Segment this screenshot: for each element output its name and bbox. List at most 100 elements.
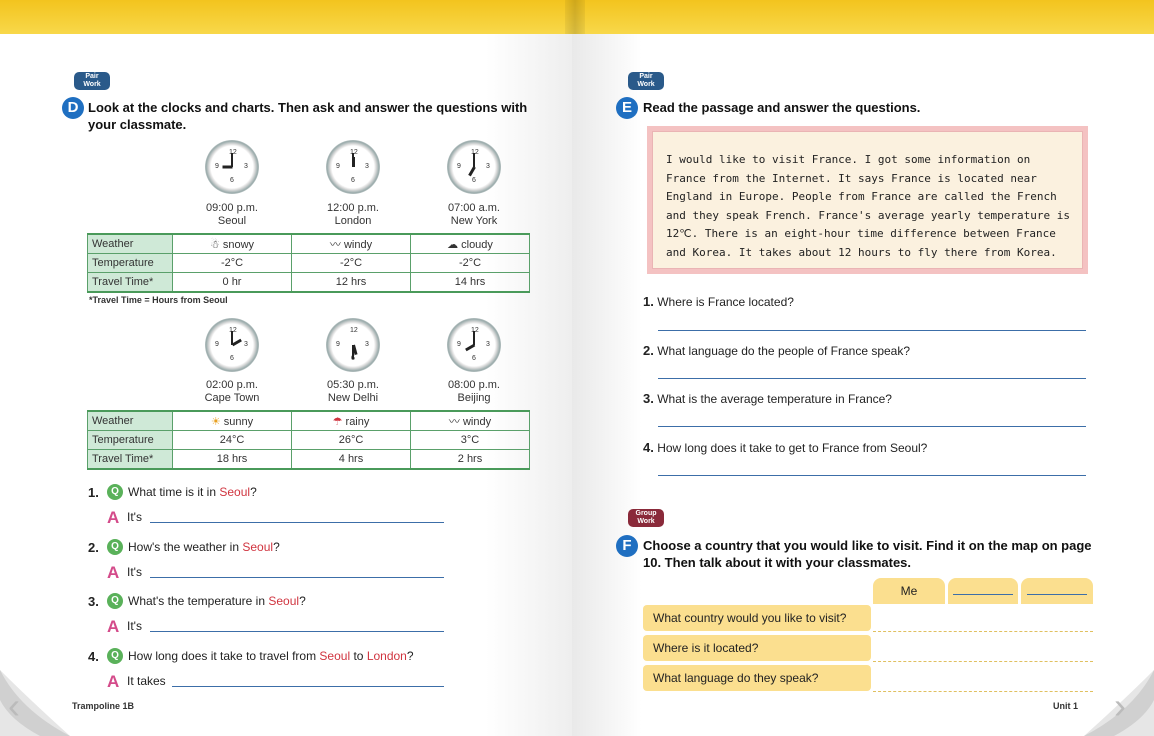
column-header-me: Me [873,578,945,604]
a-icon: A [107,672,120,691]
table-cell: sunny [223,415,254,428]
section-letter-f: F [616,535,638,557]
table-cell: rainy [345,415,370,428]
table-cell: 18 hrs [172,449,292,470]
umbrella-icon: ☂ [332,415,346,428]
q-icon: Q [107,593,123,609]
section-d-heading: Look at the clocks and charts. Then ask … [88,100,528,132]
a-icon: A [107,508,120,527]
table-cell: 2 hrs [410,449,530,470]
answer-line-2[interactable] [150,577,444,578]
answer-prompt: It's [127,510,142,524]
answer-line-4[interactable] [172,686,444,687]
pair-work-badge: Pair Work [74,72,110,90]
question-text: How long does it take to travel from Seo… [128,649,414,663]
footer-unit: Unit 1 [1053,701,1079,711]
clock-caption-seoul: 09:00 p.m. Seoul [206,202,258,227]
wind-icon: 〰 [329,239,344,251]
answer-line-e4[interactable] [658,475,1086,476]
row-label: Travel Time* [87,449,173,470]
table-row-label: Where is it located? [643,635,871,661]
snow-icon: ☃ [209,238,223,251]
table-cell: 0 hr [172,272,292,293]
question-number: 4. [88,649,99,664]
table-cell: 12 hrs [291,272,411,293]
question-number: 2. [88,540,99,555]
table-row: Travel Time* 0 hr 12 hrs 14 hrs [87,272,530,293]
column-header-blank-2[interactable] [1021,578,1093,604]
table-cell: windy [343,239,373,251]
row-label: Travel Time* [87,272,173,293]
a-icon: A [107,617,120,636]
question-e-4: 4. How long does it take to get to Franc… [643,440,928,455]
prev-page-arrow-icon[interactable]: ‹ [8,688,20,724]
answer-line-e2[interactable] [658,378,1086,379]
clock-caption-cape-town: 02:00 p.m. Cape Town [204,379,260,404]
question-number: 3. [88,594,99,609]
q-icon: Q [107,484,123,500]
row-label: Temperature [87,430,173,450]
answer-line-3[interactable] [150,631,444,632]
clock-caption-beijing: 08:00 p.m. Beijing [448,379,500,404]
answer-line-e3[interactable] [658,426,1086,427]
table-cell: snowy [222,238,255,251]
column-header-blank-1[interactable] [948,578,1018,604]
answer-line-1[interactable] [150,522,444,523]
clock-seoul: 12369 [205,140,259,194]
pair-work-badge: Pair Work [628,72,664,90]
table-cell: -2°C [291,253,411,273]
table-row: Temperature -2°C -2°C -2°C [87,253,530,273]
table-cell: cloudy [461,238,493,251]
table-cell: 3°C [410,430,530,450]
question-number: 1. [88,485,99,500]
section-f-heading: Choose a country that you would like to … [643,538,1092,570]
table-cell: 24°C [172,430,292,450]
table-row-label: What country would you like to visit? [643,605,871,631]
answer-prompt: It takes [127,674,166,688]
table-cell: 14 hrs [410,272,530,293]
clock-caption-london: 12:00 p.m. London [327,202,379,227]
wind-icon: 〰 [448,416,463,428]
clock-new-delhi: 12369 [326,318,380,372]
a-icon: A [107,563,120,582]
table-cell: 26°C [291,430,411,450]
row-divider [873,691,1093,692]
group-work-badge: Group Work [628,509,664,527]
table-row: Travel Time* 18 hrs 4 hrs 2 hrs [87,449,530,470]
row-divider [873,661,1093,662]
answer-line-e1[interactable] [658,330,1086,331]
top-banner [0,0,1154,34]
table-row-label: What language do they speak? [643,665,871,691]
row-divider [873,631,1093,632]
cloud-icon: ☁ [447,238,462,251]
sun-icon: ☀ [210,415,224,428]
travel-time-note: *Travel Time = Hours from Seoul [89,295,228,305]
question-text: How's the weather in Seoul? [128,540,280,554]
q-icon: Q [107,648,123,664]
clock-cape-town: 12369 [205,318,259,372]
question-text: What time is it in Seoul? [128,485,257,499]
weather-table-bottom: Weather ☀ sunny ☂ rainy 〰 windy Temperat… [87,410,530,470]
section-letter-e: E [616,97,638,119]
clock-caption-new-york: 07:00 a.m. New York [448,202,500,227]
clock-new-york: 12369 [447,140,501,194]
clock-beijing: 12369 [447,318,501,372]
answer-prompt: It's [127,565,142,579]
section-e-heading: Read the passage and answer the question… [643,100,921,115]
next-page-arrow-icon[interactable]: › [1114,688,1126,724]
question-e-1: 1. Where is France located? [643,294,794,309]
question-e-2: 2. What language do the people of France… [643,343,911,358]
footer-book-title: Trampoline 1B [72,701,135,711]
table-row: Weather ☃ snowy 〰 windy ☁ cloudy [87,233,530,254]
weather-table-top: Weather ☃ snowy 〰 windy ☁ cloudy Tempera… [87,233,530,293]
reading-passage: I would like to visit France. I got some… [647,126,1088,274]
answer-prompt: It's [127,619,142,633]
table-cell: windy [462,416,492,428]
clock-caption-new-delhi: 05:30 p.m. New Delhi [327,379,379,404]
table-cell: 4 hrs [291,449,411,470]
row-label: Weather [87,233,173,254]
table-cell: -2°C [410,253,530,273]
q-icon: Q [107,539,123,555]
table-row: Weather ☀ sunny ☂ rainy 〰 windy [87,410,530,431]
question-text: What's the temperature in Seoul? [128,594,306,608]
